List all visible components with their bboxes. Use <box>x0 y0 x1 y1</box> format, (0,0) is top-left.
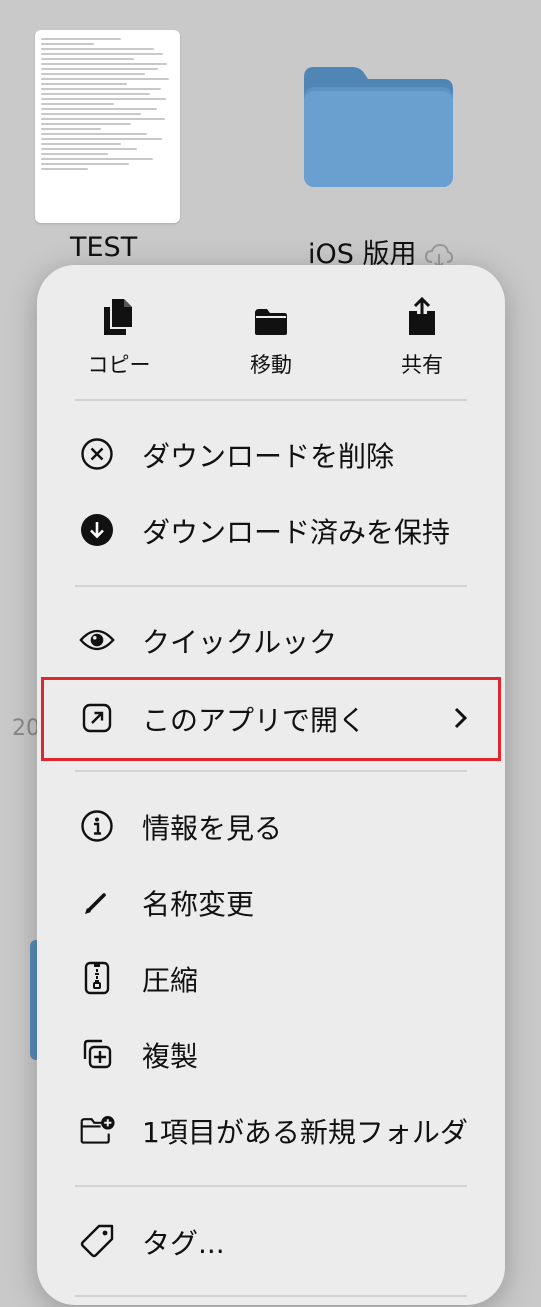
x-circle-icon <box>81 438 113 470</box>
test-file-thumbnail[interactable] <box>35 30 180 223</box>
download-circle-icon <box>81 514 113 546</box>
keep-downloaded-label: ダウンロード済みを保持 <box>142 516 451 549</box>
keep-downloaded-item[interactable]: ダウンロード済みを保持 <box>37 494 505 566</box>
compress-item[interactable]: 圧縮 <box>37 942 505 1014</box>
get-info-item[interactable]: 情報を見る <box>37 790 505 862</box>
new-folder-icon <box>80 1116 115 1144</box>
share-button[interactable]: 共有 <box>362 285 482 395</box>
copy-button[interactable]: コピー <box>59 285 179 395</box>
menu-separator <box>75 1185 467 1187</box>
menu-separator <box>75 399 467 401</box>
get-info-label: 情報を見る <box>142 812 283 845</box>
pencil-icon <box>85 893 106 914</box>
duplicate-label: 複製 <box>142 1040 199 1073</box>
tags-label: タグ... <box>142 1227 225 1260</box>
test-file-name: TEST <box>70 232 138 263</box>
share-icon <box>409 297 435 335</box>
background-date-text: 20 <box>12 716 40 741</box>
rename-item[interactable]: 名称変更 <box>37 866 505 938</box>
info-icon <box>81 810 113 842</box>
context-menu: コピー 移動 共有 ダウンロードを削除 ダウンロード済みを保持 クイックルック … <box>37 265 505 1305</box>
copy-label: コピー <box>87 353 151 377</box>
move-button[interactable]: 移動 <box>211 285 331 395</box>
menu-separator <box>75 770 467 772</box>
menu-separator <box>75 1295 467 1297</box>
eye-icon <box>79 629 115 651</box>
highlight-box <box>41 677 501 761</box>
copy-icon <box>104 299 132 335</box>
new-folder-with-item[interactable]: 1項目がある新規フォルダ <box>37 1094 505 1166</box>
quick-look-label: クイックルック <box>142 626 338 659</box>
share-label: 共有 <box>401 353 443 377</box>
move-label: 移動 <box>250 353 292 377</box>
tag-icon <box>80 1224 114 1258</box>
quick-actions-row: コピー 移動 共有 <box>37 285 505 395</box>
archive-icon <box>84 961 110 995</box>
quick-look-item[interactable]: クイックルック <box>37 604 505 676</box>
new-folder-with-item-label: 1項目がある新規フォルダ <box>142 1116 468 1149</box>
compress-label: 圧縮 <box>142 964 199 997</box>
menu-separator <box>75 585 467 587</box>
duplicate-icon <box>83 1039 112 1069</box>
tags-item[interactable]: タグ... <box>37 1205 505 1277</box>
rename-label: 名称変更 <box>142 888 255 921</box>
remove-download-label: ダウンロードを削除 <box>142 440 395 473</box>
folder-icon <box>255 309 287 335</box>
folder-icon[interactable] <box>300 65 457 190</box>
duplicate-item[interactable]: 複製 <box>37 1018 505 1090</box>
remove-download-item[interactable]: ダウンロードを削除 <box>37 418 505 490</box>
